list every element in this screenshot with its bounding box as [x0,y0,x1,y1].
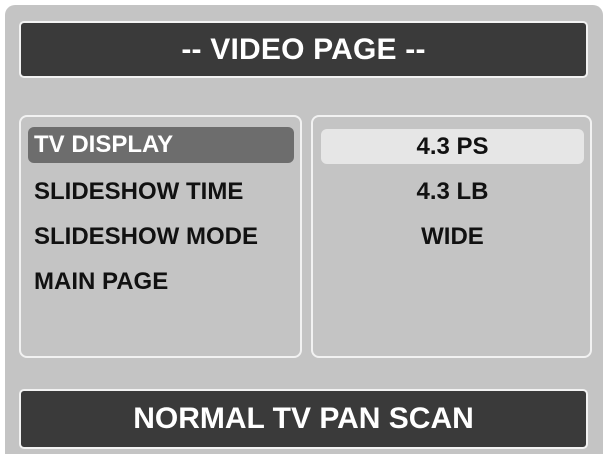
menu-item-slideshow-time[interactable]: SLIDESHOW TIME [28,174,243,210]
option-4-3-ps[interactable]: 4.3 PS [321,129,584,164]
options-panel: 4.3 PS 4.3 LB WIDE [311,115,592,358]
status-description: NORMAL TV PAN SCAN [19,389,588,449]
menu-item-tv-display[interactable]: TV DISPLAY [28,127,294,163]
option-wide[interactable]: WIDE [321,219,584,254]
option-4-3-lb[interactable]: 4.3 LB [321,174,584,209]
menu-item-main-page[interactable]: MAIN PAGE [28,264,168,300]
menu-item-slideshow-mode[interactable]: SLIDESHOW MODE [28,219,258,255]
page-title: -- VIDEO PAGE -- [19,21,588,78]
settings-menu-panel: TV DISPLAY SLIDESHOW TIME SLIDESHOW MODE… [19,115,302,358]
